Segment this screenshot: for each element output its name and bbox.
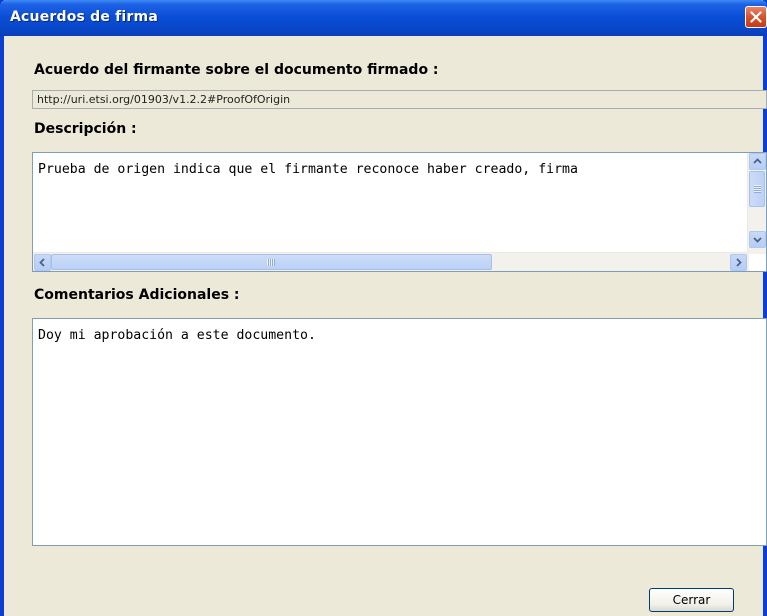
comments-label: Comentarios Adicionales : xyxy=(34,287,240,303)
scroll-up-button[interactable] xyxy=(749,153,766,170)
arrow-left-icon xyxy=(39,258,45,267)
description-horizontal-scrollbar[interactable] xyxy=(33,252,749,271)
description-label: Descripción : xyxy=(34,121,137,137)
close-button[interactable]: Cerrar xyxy=(649,588,734,612)
arrow-down-icon xyxy=(753,237,762,243)
close-icon xyxy=(750,11,762,23)
title-bar[interactable]: Acuerdos de firma xyxy=(0,0,767,36)
window-title: Acuerdos de firma xyxy=(10,9,158,25)
description-vertical-scrollbar[interactable] xyxy=(747,153,766,254)
horizontal-scroll-thumb[interactable] xyxy=(51,254,492,270)
scroll-left-button[interactable] xyxy=(34,254,51,271)
description-text: Prueba de origen indica que el firmante … xyxy=(38,162,578,177)
comments-text: Doy mi aprobación a este documento. xyxy=(38,328,316,343)
arrow-right-icon xyxy=(736,258,742,267)
description-textarea[interactable]: Prueba de origen indica que el firmante … xyxy=(32,152,767,272)
comments-textarea[interactable]: Doy mi aprobación a este documento. xyxy=(32,318,767,546)
thumb-grip xyxy=(754,185,761,193)
window-close-button[interactable] xyxy=(745,6,767,28)
scroll-down-button[interactable] xyxy=(749,231,766,248)
agreement-label: Acuerdo del firmante sobre el documento … xyxy=(34,62,439,78)
thumb-grip xyxy=(267,259,275,266)
signature-agreements-dialog: Acuerdos de firma Acuerdo del firmante s… xyxy=(0,0,767,616)
agreement-uri-field[interactable]: http://uri.etsi.org/01903/v1.2.2#ProofOf… xyxy=(32,90,767,109)
scroll-right-button[interactable] xyxy=(730,254,747,271)
vertical-scroll-thumb[interactable] xyxy=(749,171,765,207)
arrow-up-icon xyxy=(753,158,762,164)
